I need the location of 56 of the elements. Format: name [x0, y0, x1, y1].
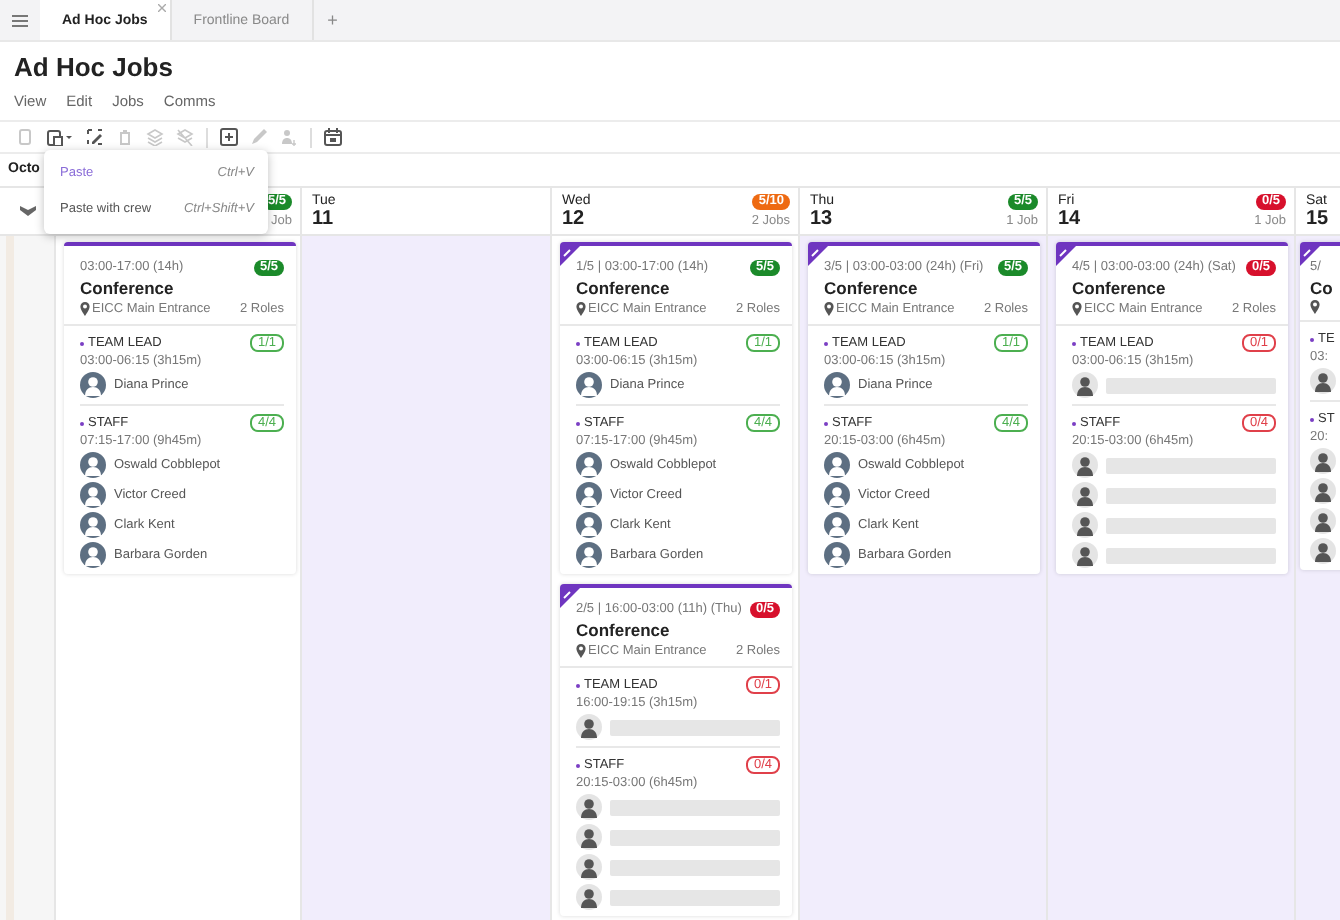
empty-avatar-icon — [1072, 482, 1098, 508]
select-edit-button[interactable] — [86, 128, 104, 146]
job-title: Conference — [576, 276, 672, 300]
job-title: Co — [1310, 276, 1335, 300]
empty-avatar-icon — [576, 794, 602, 820]
avatar-icon — [576, 452, 602, 478]
job-card[interactable] — [808, 242, 1040, 574]
avatar-icon — [80, 512, 106, 538]
avatar-icon — [824, 452, 850, 478]
day-date: 13 — [810, 210, 835, 230]
empty-avatar-icon — [1072, 512, 1098, 538]
avatar-icon — [80, 452, 106, 478]
empty-avatar-icon — [576, 714, 602, 740]
day-date: 11 — [312, 210, 336, 230]
calendar-button[interactable] — [324, 128, 342, 146]
empty-avatar-icon — [1310, 508, 1336, 534]
page-title: Ad Hoc Jobs — [14, 52, 175, 84]
empty-avatar-icon — [1310, 368, 1336, 394]
collapse-icon — [19, 206, 35, 216]
empty-avatar-icon — [576, 854, 602, 880]
pin-icon — [576, 302, 586, 316]
avatar-icon — [80, 482, 106, 508]
avatar-icon — [824, 512, 850, 538]
pin-icon — [824, 302, 834, 316]
job-title: Conference — [80, 276, 176, 300]
add-button[interactable] — [220, 128, 238, 146]
avatar-icon — [824, 482, 850, 508]
avatar-icon — [576, 372, 602, 398]
avatar-icon — [80, 542, 106, 568]
empty-avatar-icon — [576, 824, 602, 850]
avatar-icon — [80, 372, 106, 398]
day-date: 12 — [562, 210, 587, 230]
close-icon — [157, 4, 166, 12]
empty-avatar-icon — [1072, 372, 1098, 398]
pin-icon — [80, 302, 90, 316]
pin-icon — [1310, 300, 1320, 314]
avatar-icon — [824, 372, 850, 398]
avatar-icon — [576, 482, 602, 508]
empty-avatar-icon — [1310, 448, 1336, 474]
job-title: Conference — [576, 618, 672, 642]
day-date: 14 — [1058, 210, 1081, 230]
empty-avatar-icon — [576, 884, 602, 910]
job-title: Conference — [1072, 276, 1168, 300]
avatar-icon — [576, 512, 602, 538]
job-title: Conference — [824, 276, 920, 300]
menu-icon — [12, 13, 28, 27]
day-date: 15 — [1306, 210, 1329, 230]
empty-avatar-icon — [1072, 542, 1098, 568]
pin-icon — [1072, 302, 1082, 316]
empty-avatar-icon — [1310, 478, 1336, 504]
empty-avatar-icon — [1072, 452, 1098, 478]
empty-avatar-icon — [1310, 538, 1336, 564]
paste-button[interactable] — [46, 128, 74, 146]
avatar-icon — [824, 542, 850, 568]
pin-icon — [576, 644, 586, 658]
avatar-icon — [576, 542, 602, 568]
